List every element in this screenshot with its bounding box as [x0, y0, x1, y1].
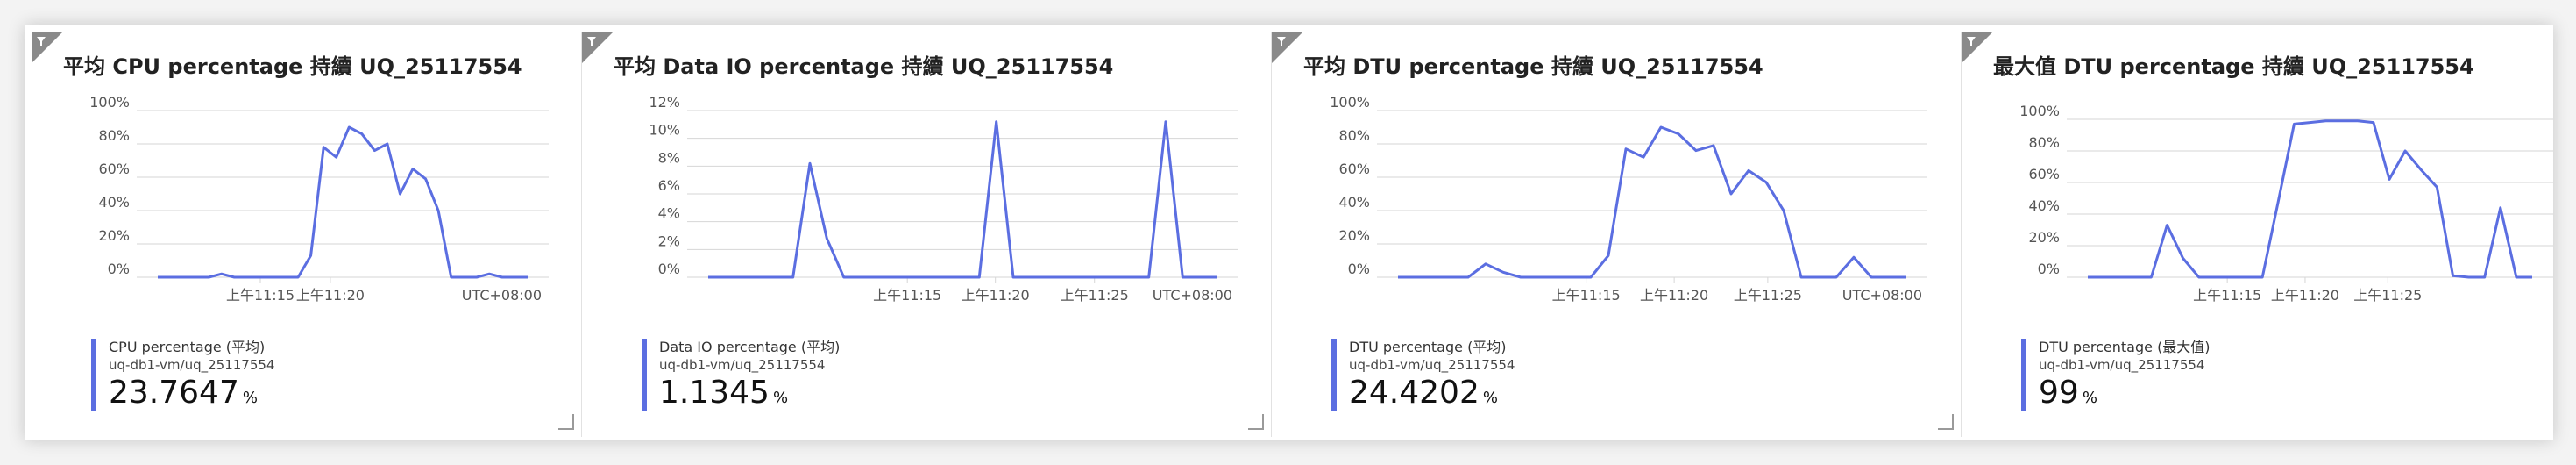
legend-number: 24.4202 — [1349, 375, 1480, 411]
resize-handle-icon[interactable] — [558, 414, 574, 430]
y-tick-label: 8% — [658, 149, 680, 166]
legend-unit: % — [772, 389, 789, 407]
metric-tile-dtu-max[interactable]: 最大值 DTU percentage 持續 UQ_25117554 100% 80… — [1962, 32, 2553, 437]
timezone-label: UTC+08:00 — [462, 287, 542, 304]
x-tick-label: 上午11:25 — [2353, 287, 2422, 304]
series-line[interactable] — [708, 120, 1217, 279]
x-tick-label: 上午11:25 — [1061, 287, 1129, 304]
tile-title: 平均 DTU percentage 持續 UQ_25117554 — [1303, 54, 1763, 79]
y-tick-label: 40% — [1338, 194, 1370, 211]
y-tick-label: 20% — [1338, 227, 1370, 244]
y-tick-label: 0% — [1348, 261, 1370, 277]
line-chart: 100% 80% 60% 40% 20% 0% 上午11:15 上午11:20 UTC+08:0… — [89, 94, 549, 304]
legend-number: 99 — [2039, 375, 2079, 411]
filter-icon[interactable] — [1962, 32, 1993, 63]
line-chart: 12% 10% 8% 6% 4% 2% 0% 上午11:15 上午11:20 上午11:25 UTC… — [649, 94, 1238, 304]
legend-value: 1.1345% — [659, 374, 840, 418]
legend-unit: % — [1482, 389, 1498, 407]
series-line[interactable] — [158, 125, 528, 279]
legend-resource: uq-db1-vm/uq_25117554 — [2039, 357, 2205, 373]
y-tick-label: 60% — [1338, 161, 1370, 177]
y-tick-label: 0% — [108, 261, 130, 277]
timezone-label: UTC+08:00 — [1842, 287, 1922, 304]
x-tick-label: 上午11:20 — [1640, 287, 1708, 304]
filter-icon[interactable] — [32, 32, 63, 63]
legend-number: 23.7647 — [109, 375, 239, 411]
y-tick-label: 40% — [2028, 197, 2060, 214]
x-tick-label: 上午11:20 — [962, 287, 1030, 304]
x-tick-label: 上午11:15 — [2193, 287, 2261, 304]
resize-handle-icon[interactable] — [1248, 414, 1264, 430]
y-tick-label: 80% — [1338, 127, 1370, 144]
line-chart: 100% 80% 60% 40% 20% 0% 上午11:15 上午11:20 上午11:25 — [2019, 103, 2553, 304]
legend-resource: uq-db1-vm/uq_25117554 — [659, 357, 826, 373]
resize-handle-icon[interactable] — [1938, 414, 1954, 430]
y-tick-label: 80% — [2028, 134, 2060, 151]
metric-tile-dtu-avg[interactable]: 平均 DTU percentage 持續 UQ_25117554 100% 80%… — [1272, 32, 1962, 437]
metric-tile-data-io[interactable]: 平均 Data IO percentage 持續 UQ_25117554 12%… — [582, 32, 1272, 437]
y-tick-label: 40% — [98, 194, 130, 211]
chart-legend[interactable]: DTU percentage (平均) uq-db1-vm/uq_2511755… — [1331, 339, 1515, 411]
x-tick-label: 上午11:20 — [2271, 287, 2339, 304]
filter-icon[interactable] — [1272, 32, 1303, 63]
y-tick-label: 60% — [98, 161, 130, 177]
chart-legend[interactable]: CPU percentage (平均) uq-db1-vm/uq_2511755… — [91, 339, 274, 411]
legend-series-name: DTU percentage (平均) — [1349, 339, 1507, 355]
y-tick-label: 80% — [98, 127, 130, 144]
metric-tile-cpu[interactable]: 平均 CPU percentage 持續 UQ_25117554 100% 80%… — [32, 32, 582, 437]
tile-title: 最大值 DTU percentage 持續 UQ_25117554 — [1993, 54, 2474, 79]
y-tick-label: 10% — [649, 122, 680, 139]
tile-title: 平均 CPU percentage 持續 UQ_25117554 — [63, 54, 522, 79]
chart-legend[interactable]: Data IO percentage (平均) uq-db1-vm/uq_251… — [642, 339, 840, 411]
line-chart: 100% 80% 60% 40% 20% 0% 上午11:15 上午11:20 上午11:25 U… — [1330, 94, 1927, 304]
legend-series-name: Data IO percentage (平均) — [659, 339, 841, 355]
y-tick-label: 4% — [658, 205, 680, 222]
y-tick-label: 20% — [98, 227, 130, 244]
y-tick-label: 0% — [2038, 261, 2060, 277]
y-tick-label: 100% — [1330, 94, 1370, 111]
legend-value: 24.4202% — [1349, 374, 1515, 418]
y-tick-label: 6% — [658, 177, 680, 194]
y-tick-label: 60% — [2028, 166, 2060, 182]
legend-series-name: DTU percentage (最大值) — [2039, 339, 2211, 355]
x-tick-label: 上午11:15 — [873, 287, 941, 304]
legend-value: 23.7647% — [109, 374, 274, 418]
tile-title: 平均 Data IO percentage 持續 UQ_25117554 — [614, 54, 1114, 79]
legend-resource: uq-db1-vm/uq_25117554 — [109, 357, 275, 373]
x-tick-label: 上午11:15 — [226, 287, 295, 304]
y-tick-label: 100% — [89, 94, 130, 111]
y-tick-label: 0% — [658, 261, 680, 277]
legend-series-name: CPU percentage (平均) — [109, 339, 266, 355]
legend-unit: % — [242, 389, 258, 407]
legend-value: 99% — [2039, 374, 2211, 418]
x-tick-label: 上午11:20 — [296, 287, 365, 304]
legend-number: 1.1345 — [659, 375, 770, 411]
chart-legend[interactable]: DTU percentage (最大值) uq-db1-vm/uq_251175… — [2021, 339, 2211, 411]
series-line[interactable] — [2088, 119, 2532, 279]
legend-resource: uq-db1-vm/uq_25117554 — [1349, 357, 1515, 373]
x-tick-label: 上午11:15 — [1552, 287, 1621, 304]
legend-unit: % — [2082, 389, 2097, 407]
series-line[interactable] — [1398, 125, 1906, 279]
y-tick-label: 2% — [658, 232, 680, 249]
filter-icon[interactable] — [582, 32, 614, 63]
x-tick-label: 上午11:25 — [1734, 287, 1802, 304]
y-tick-label: 20% — [2028, 229, 2060, 246]
timezone-label: UTC+08:00 — [1153, 287, 1232, 304]
y-tick-label: 100% — [2019, 103, 2060, 119]
y-tick-label: 12% — [649, 94, 680, 111]
